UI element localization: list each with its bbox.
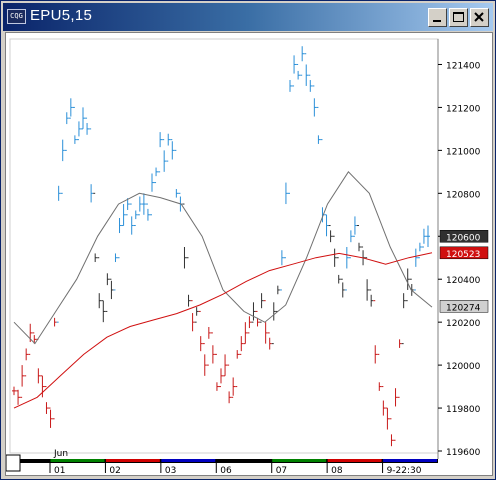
time-axis-segment <box>271 459 327 462</box>
y-tick-label: 121000 <box>446 147 481 157</box>
x-tick-label: 06 <box>220 466 232 475</box>
time-axis-segment <box>216 459 271 462</box>
maximize-button[interactable] <box>449 8 468 27</box>
scroll-handle[interactable] <box>5 454 21 472</box>
maximize-icon <box>453 12 464 22</box>
x-tick-label: 02 <box>109 466 120 475</box>
title-bar[interactable]: CQG EPU5,15 <box>3 3 493 31</box>
window-title: EPU5,15 <box>30 7 93 24</box>
price-chart[interactable]: 121400 121200 121000 120800 120600 120400 1202… <box>5 33 492 476</box>
x-tick-label: 9-22:30 <box>387 466 422 475</box>
x-tick-label: 03 <box>165 466 176 475</box>
ma-slow-flag: 120523 <box>446 250 480 260</box>
chart-area[interactable]: 121400 121200 121000 120800 120600 120400 1202… <box>5 32 493 476</box>
minimize-icon <box>433 20 441 22</box>
y-tick-label: 121200 <box>446 104 481 114</box>
x-top-label: Jun <box>53 449 68 459</box>
ma-slow-line <box>13 252 433 409</box>
y-tick-label: 120400 <box>446 276 481 286</box>
x-tick-label: 08 <box>331 466 343 475</box>
y-tick-label: 120800 <box>446 190 481 200</box>
app-logo-icon: CQG <box>7 9 26 24</box>
chart-window: CQG EPU5,15 121400 121200 121000 120800 1206… <box>0 0 496 480</box>
last-price-flag: 120600 <box>446 233 481 243</box>
y-tick-label: 121400 <box>446 61 481 71</box>
time-axis-segment <box>382 459 437 462</box>
time-axis-segment <box>105 459 160 462</box>
close-icon <box>474 12 484 22</box>
x-tick-label: 01 <box>54 466 65 475</box>
time-axis-segment <box>50 459 105 462</box>
plot-frame <box>9 38 439 454</box>
ma-fast-flag: 120274 <box>446 303 481 313</box>
ma-fast-line <box>13 171 433 345</box>
y-tick-label: 119800 <box>446 405 481 415</box>
time-axis-segment <box>160 459 216 462</box>
close-button[interactable] <box>470 8 489 27</box>
y-tick-label: 120200 <box>446 319 481 329</box>
minimize-button[interactable] <box>428 8 447 27</box>
time-axis-segment <box>327 459 382 462</box>
y-tick-label: 119600 <box>446 448 481 458</box>
y-tick-label: 120000 <box>446 362 481 372</box>
x-tick-label: 07 <box>276 466 287 475</box>
